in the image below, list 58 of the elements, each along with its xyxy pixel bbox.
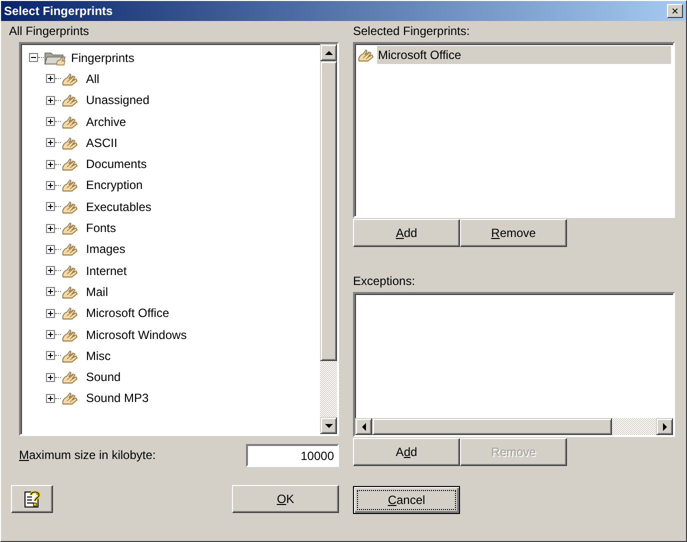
expand-icon[interactable]	[46, 202, 55, 212]
expand-icon[interactable]	[46, 394, 55, 403]
expand-icon[interactable]	[46, 372, 55, 382]
field-label: Maximum size in kilobyte:	[19, 448, 156, 462]
tree-item[interactable]: Fonts	[84, 221, 118, 236]
expand-icon[interactable]	[46, 308, 55, 318]
tree-item[interactable]: Internet	[84, 264, 129, 278]
tree-item[interactable]: Encryption	[84, 178, 145, 192]
size-field[interactable]: 10000	[246, 444, 339, 467]
expand-icon[interactable]	[46, 160, 55, 169]
expand-icon[interactable]	[46, 138, 55, 148]
expand-icon[interactable]	[46, 180, 55, 190]
expand-icon[interactable]	[46, 244, 55, 254]
scroll-up-button[interactable]	[320, 44, 337, 61]
tree-item[interactable]: Misc	[84, 348, 113, 363]
expand-icon[interactable]	[46, 96, 55, 105]
collapse-icon[interactable]	[29, 53, 38, 62]
window-title: Select Fingerprints	[4, 4, 113, 18]
section-label: All Fingerprints	[9, 24, 90, 38]
tree-item[interactable]: Unassigned	[84, 93, 152, 108]
scroll-right-button[interactable]	[656, 418, 673, 435]
close-button[interactable]: ×	[667, 4, 683, 18]
scroll-thumb[interactable]	[372, 418, 612, 435]
horizontal-scrollbar[interactable]	[355, 418, 673, 435]
list-item[interactable]: Microsoft Office	[377, 46, 671, 64]
vertical-scrollbar[interactable]	[320, 44, 337, 434]
tree-item[interactable]: Fingerprints	[69, 50, 136, 65]
section-label: Selected Fingerprints:	[353, 24, 471, 38]
scroll-down-button[interactable]	[320, 417, 337, 434]
add-button[interactable]: Add	[353, 219, 460, 247]
help-button[interactable]	[11, 485, 53, 513]
expand-icon[interactable]	[46, 117, 55, 126]
remove-button[interactable]: Remove	[460, 219, 567, 247]
tree-item[interactable]: Documents	[84, 157, 149, 172]
section-label: Exceptions:	[353, 274, 416, 288]
tree-item[interactable]: Sound	[84, 370, 123, 384]
expand-icon[interactable]	[46, 266, 55, 276]
tree-item[interactable]: Sound MP3	[84, 391, 151, 406]
expand-icon[interactable]	[46, 351, 55, 360]
expand-icon[interactable]	[46, 74, 55, 84]
tree-item[interactable]: Microsoft Office	[84, 306, 172, 320]
folder-icon	[44, 50, 66, 66]
tree-item[interactable]: All	[84, 72, 102, 86]
tree-item[interactable]: Archive	[84, 114, 128, 129]
ok-button[interactable]: OK	[232, 485, 339, 513]
tree-item[interactable]: Microsoft Windows	[84, 328, 189, 342]
expand-icon[interactable]	[46, 224, 55, 233]
scroll-thumb[interactable]	[320, 61, 337, 361]
help-icon	[22, 489, 42, 509]
cancel-button[interactable]: Cancel	[353, 486, 460, 514]
scroll-left-button[interactable]	[355, 418, 372, 435]
tree-item[interactable]: Mail	[84, 284, 110, 299]
expand-icon[interactable]	[46, 330, 55, 339]
add-button[interactable]: Add	[353, 438, 460, 466]
tree-item[interactable]: ASCII	[84, 136, 120, 150]
tree-item[interactable]: Images	[84, 242, 128, 256]
expand-icon[interactable]	[46, 287, 55, 296]
tree-item[interactable]: Executables	[84, 200, 154, 214]
